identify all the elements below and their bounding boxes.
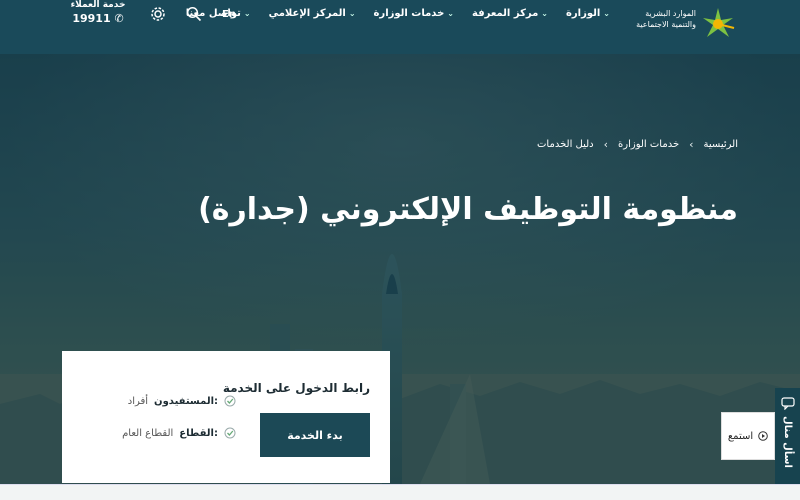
beneficiaries-row: المستفيدون: أفراد [128,395,236,407]
chevron-left-icon: ‹ [603,138,609,151]
play-icon [758,431,768,441]
check-circle-icon [224,427,236,439]
listen-label: استمع [727,430,754,442]
chevron-down-icon: ⌄ [603,9,610,18]
sector-label: القطاع: [179,427,218,439]
breadcrumb: الرئيسية ‹ خدمات الوزارة ‹ دليل الخدمات [537,138,738,151]
beneficiaries-value: أفراد [127,395,149,407]
nav-ministry-services[interactable]: خدمات الوزارة ⌄ [374,8,454,19]
nav-ministry[interactable]: الوزارة ⌄ [566,8,610,19]
page-title: منظومة التوظيف الإلكتروني (جدارة) [198,192,738,227]
ask-manal-label: اسأل منال [782,416,793,468]
main-nav: الوزارة ⌄ مركز المعرفة ⌄ خدمات الوزارة ⌄ ال… [186,8,610,19]
customer-service-label: خدمة العملاء [70,0,126,10]
nav-label: المركز الإعلامي [268,8,346,19]
chevron-left-icon: ‹ [689,138,694,151]
language-toggle[interactable]: En [222,9,236,20]
support-number-text: 19911 [72,12,111,25]
chat-bubble-icon [780,397,795,410]
top-header: الموارد البشرية والتنمية الاجتماعية الوز… [0,0,800,54]
ministry-logo[interactable] [698,4,738,48]
service-link-title: رابط الدخول على الخدمة [222,381,370,395]
check-circle-icon [224,395,236,407]
nav-label: خدمات الوزارة [373,8,445,19]
customer-service-number: 19911 ✆ [68,12,128,26]
breadcrumb-ministry-services[interactable]: خدمات الوزارة [618,139,679,150]
customer-service[interactable]: خدمة العملاء 19911 ✆ [68,0,128,26]
beneficiaries-label: المستفيدون: [154,395,218,407]
service-card: رابط الدخول على الخدمة بدء الخدمة المستف… [62,351,390,483]
sector-value: القطاع العام [122,427,174,439]
sector-row: القطاع: القطاع العام [122,427,236,439]
breadcrumb-home[interactable]: الرئيسية [704,139,738,150]
nav-media-center[interactable]: المركز الإعلامي ⌄ [269,8,356,19]
nav-label: مركز المعرفة [472,8,539,19]
chevron-down-icon: ⌄ [348,9,356,18]
chevron-down-icon: ⌄ [447,9,454,18]
chevron-down-icon: ⌄ [243,9,251,18]
logo-line-2: والتنمية الاجتماعية [636,20,696,29]
nav-label: الوزارة [566,8,601,19]
logo-text: الموارد البشرية والتنمية الاجتماعية [616,8,696,30]
nav-knowledge-center[interactable]: مركز المعرفة ⌄ [472,8,548,19]
page-info-strip [0,484,800,500]
phone-icon: ✆ [114,12,124,25]
search-icon[interactable] [186,6,202,26]
logo-line-1: الموارد البشرية [645,9,696,18]
accessibility-settings-icon[interactable] [150,6,166,26]
ask-manal-tab[interactable]: اسأل منال [775,388,800,486]
breadcrumb-services-guide[interactable]: دليل الخدمات [537,139,594,150]
listen-button[interactable]: استمع [721,412,775,460]
start-service-button[interactable]: بدء الخدمة [260,413,370,457]
logo-emblem-icon [703,8,735,37]
chevron-down-icon: ⌄ [541,9,548,18]
